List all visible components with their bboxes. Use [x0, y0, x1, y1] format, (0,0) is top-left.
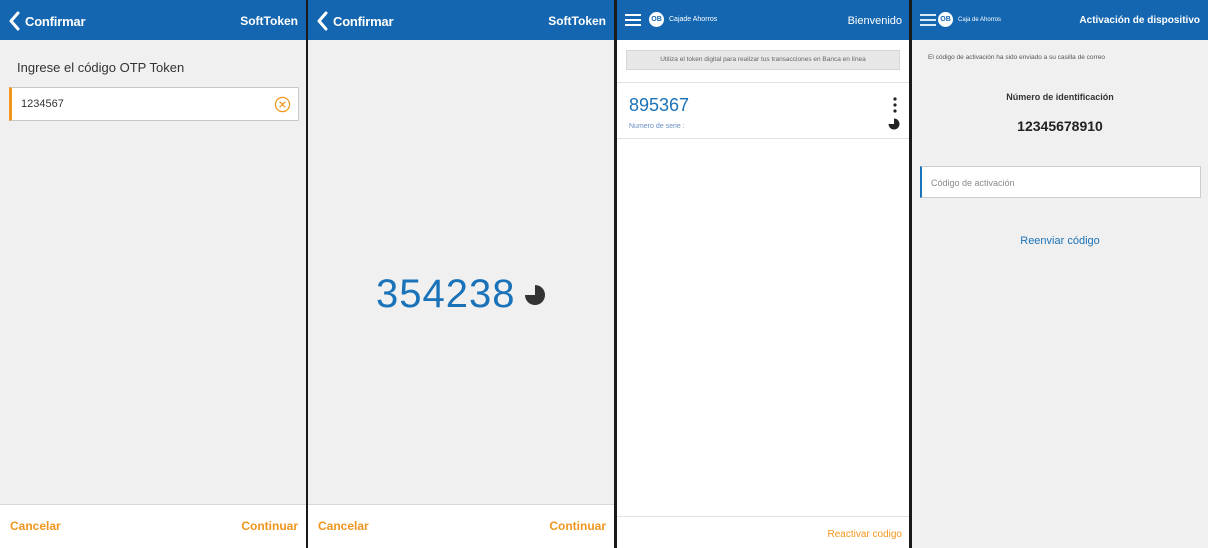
id-label: Número de identificación [1006, 92, 1114, 102]
activation-info: El código de activación ha sido enviado … [928, 54, 1106, 61]
brand-name: Cajade Ahorros [669, 16, 718, 23]
token-code: 354238 [376, 272, 516, 316]
footer-bar: Cancelar Continuar [308, 504, 614, 548]
otp-input-value: 1234567 [21, 98, 64, 110]
info-banner: Utiliza el token digital para realizar t… [626, 50, 900, 70]
screen-token-display: Confirmar SoftToken 354238 Cancelar Cont… [308, 0, 614, 548]
chevron-left-icon [317, 11, 328, 31]
app-header: OB Cajade Ahorros Bienvenido [617, 0, 909, 40]
back-label: Confirmar [25, 13, 86, 29]
logo-mark: OB [649, 12, 664, 27]
serial-label: Numero de serie : [629, 123, 685, 130]
header-title: SoftToken [548, 14, 606, 28]
footer-bar: Reactivar codigo [617, 516, 909, 548]
footer-bar: Cancelar Continuar [0, 504, 306, 548]
hamburger-menu-icon[interactable] [920, 13, 936, 27]
token-code: 895367 [629, 95, 690, 115]
logo-mark: OB [938, 12, 953, 27]
screen-device-activation: OB Caja de Ahorros Activación de disposi… [912, 0, 1208, 548]
otp-prompt: Ingrese el código OTP Token [17, 60, 185, 75]
cancel-button[interactable]: Cancelar [10, 519, 61, 533]
timer-pie-icon [888, 118, 900, 130]
resend-code-link[interactable]: Reenviar código [912, 235, 1208, 247]
cancel-button[interactable]: Cancelar [318, 519, 369, 533]
welcome-text: Bienvenido [847, 15, 902, 27]
screen-otp-entry: Confirmar SoftToken Ingrese el código OT… [0, 0, 306, 548]
app-header: Confirmar SoftToken [308, 0, 614, 40]
back-button[interactable]: Confirmar [8, 10, 86, 32]
token-code-display: 354238 [308, 272, 614, 317]
activation-placeholder: Código de activación [931, 178, 1015, 188]
continue-button[interactable]: Continuar [241, 519, 298, 533]
continue-button[interactable]: Continuar [549, 519, 606, 533]
app-header: OB Caja de Ahorros Activación de disposi… [912, 0, 1208, 40]
activation-code-input[interactable]: Código de activación [920, 166, 1201, 198]
header-title: SoftToken [240, 14, 298, 28]
id-value: 12345678910 [1017, 118, 1103, 134]
divider [617, 138, 909, 139]
brand-name: Caja de Ahorros [958, 16, 1002, 23]
clear-circle-icon[interactable] [274, 96, 291, 113]
chevron-left-icon [9, 11, 20, 31]
timer-pie-icon [524, 284, 545, 305]
otp-input[interactable]: 1234567 [9, 87, 299, 121]
hamburger-menu-icon[interactable] [625, 13, 641, 27]
page-title: Activación de dispositivo [1079, 15, 1200, 26]
back-label: Confirmar [333, 13, 394, 29]
brand-logo: OB Cajade Ahorros [649, 12, 717, 27]
back-button[interactable]: Confirmar [316, 10, 394, 32]
more-vertical-icon[interactable] [891, 97, 899, 113]
reactivate-code-link[interactable]: Reactivar codigo [828, 529, 902, 540]
app-header: Confirmar SoftToken [0, 0, 306, 40]
divider [617, 82, 909, 83]
brand-logo: OB Caja de Ahorros [938, 12, 1001, 27]
screen-token-list: OB Cajade Ahorros Bienvenido Utiliza el … [617, 0, 909, 548]
